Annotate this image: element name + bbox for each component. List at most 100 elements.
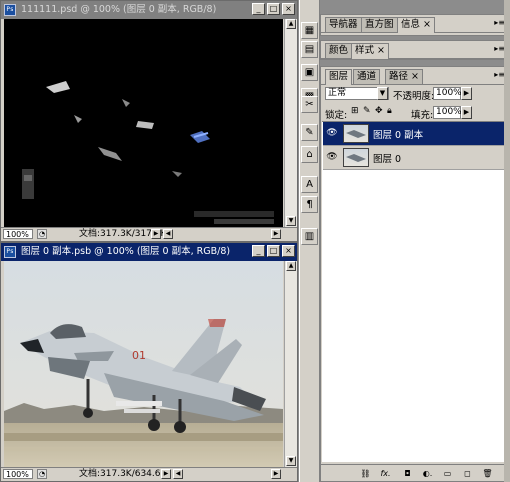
- layer-thumbnail: [343, 124, 369, 143]
- minimize-button[interactable]: _: [252, 3, 265, 15]
- dock-button-11[interactable]: ▥: [301, 228, 318, 245]
- lock-move-icon[interactable]: ✥: [375, 106, 383, 116]
- adjustment-layer-icon[interactable]: ◐.: [421, 468, 434, 479]
- tab-info[interactable]: 信息 ×: [397, 17, 436, 33]
- layer-row-copy[interactable]: 👁︎ 图层 0 副本: [323, 122, 507, 146]
- scroll-right-arrow[interactable]: ▶: [271, 229, 281, 239]
- document-window-bottom[interactable]: Ps 图层 0 副本.psb @ 100% (图层 0 副本, RGB/8) _…: [0, 242, 298, 482]
- tab-row: 图层 通道 路径 ×: [321, 67, 509, 85]
- dock-button-2[interactable]: ▤: [301, 41, 318, 58]
- dock-button-8[interactable]: ⌂: [301, 146, 318, 163]
- dock-button-10[interactable]: ¶: [301, 196, 318, 213]
- layer-thumbnail: [343, 148, 369, 167]
- lock-transparent-icon[interactable]: ⊞: [351, 106, 359, 116]
- document-status-bar: 100% ◔ 文档:317.3K/317.3K ▶ ◀ ▶: [1, 227, 297, 241]
- color-icon: ▣: [304, 67, 315, 78]
- jet-photo: 01: [4, 261, 283, 469]
- zoom-field[interactable]: 100%: [3, 469, 33, 479]
- tab-styles[interactable]: 样式 ×: [351, 43, 390, 59]
- status-menu-arrow[interactable]: ▶: [151, 229, 161, 239]
- close-button[interactable]: ×: [282, 3, 295, 15]
- fx-icon[interactable]: fx.: [379, 468, 392, 479]
- new-layer-icon[interactable]: ◻: [461, 468, 474, 479]
- histogram-icon: ▤: [304, 44, 315, 55]
- photoshop-doc-icon: Ps: [4, 246, 16, 258]
- tab-navigator[interactable]: 导航器: [325, 17, 362, 32]
- layer-name: 图层 0: [373, 154, 402, 165]
- scroll-up-arrow[interactable]: ▲: [286, 261, 296, 271]
- scroll-left-arrow[interactable]: ◀: [173, 469, 183, 479]
- panel-well-scrollbar[interactable]: [504, 0, 510, 482]
- opacity-label: 不透明度:: [393, 91, 435, 102]
- link-layers-icon[interactable]: ⛓: [359, 468, 372, 479]
- tool-presets-icon: ✂: [305, 99, 314, 110]
- maximize-button[interactable]: □: [267, 245, 280, 257]
- close-tab-icon[interactable]: ×: [377, 45, 385, 56]
- fill-input[interactable]: 100%: [433, 106, 462, 119]
- fill-label: 填充:: [411, 110, 434, 121]
- layer-list: 👁︎ 图层 0 副本 👁︎ 图层 0: [322, 121, 508, 462]
- new-group-icon[interactable]: ▭: [441, 468, 454, 479]
- brushes-icon: ✎: [305, 127, 314, 138]
- color-panel: 颜色 样式 × ▸≡: [320, 40, 510, 60]
- dock-button-9[interactable]: A: [301, 176, 318, 193]
- trash-icon[interactable]: 🗑: [481, 468, 494, 479]
- close-tab-icon[interactable]: ×: [411, 71, 419, 82]
- scroll-up-arrow[interactable]: ▲: [286, 19, 296, 29]
- clone-icon: ⌂: [306, 149, 313, 160]
- document-window-top[interactable]: Ps 111111.psd @ 100% (图层 0 副本, RGB/8) _ …: [0, 0, 298, 242]
- vertical-scrollbar[interactable]: ▲ ▼: [284, 19, 297, 229]
- tab-row: 导航器 直方图 信息 ×: [321, 15, 509, 33]
- document-title: 图层 0 副本.psb @ 100% (图层 0 副本, RGB/8): [21, 246, 231, 257]
- fill-slider-arrow[interactable]: ▶: [461, 106, 472, 119]
- lock-paint-icon[interactable]: ✎: [363, 106, 371, 116]
- dock-button-1[interactable]: ▦: [301, 22, 318, 39]
- tab-row: 颜色 样式 ×: [321, 41, 509, 59]
- photoshop-doc-icon: Ps: [4, 4, 16, 16]
- document-title: 111111.psd @ 100% (图层 0 副本, RGB/8): [21, 4, 217, 15]
- vertical-scrollbar[interactable]: ▲ ▼: [284, 261, 297, 469]
- scroll-left-arrow[interactable]: ◀: [163, 229, 173, 239]
- scroll-down-arrow[interactable]: ▼: [286, 456, 296, 466]
- tab-paths[interactable]: 路径 ×: [385, 69, 424, 84]
- scroll-down-arrow[interactable]: ▼: [286, 216, 296, 226]
- dock-button-6[interactable]: ✂: [301, 96, 318, 113]
- minimize-button[interactable]: _: [252, 245, 265, 257]
- document-size-text: 文档:317.3K/634.6K: [79, 469, 167, 479]
- layer-row-original[interactable]: 👁︎ 图层 0: [323, 146, 507, 170]
- window-controls: _ □ ×: [252, 3, 295, 15]
- layers-footer: ⛓ fx. ◘ ◐. ▭ ◻ 🗑: [321, 464, 509, 481]
- tab-channels[interactable]: 通道: [353, 69, 381, 84]
- document-canvas[interactable]: [4, 19, 283, 229]
- notes-icon: ▥: [304, 231, 315, 242]
- status-info-icon[interactable]: ◔: [37, 229, 47, 239]
- navigator-icon: ▦: [304, 25, 315, 36]
- lock-all-icon[interactable]: 🔒︎: [387, 106, 392, 116]
- tab-layers[interactable]: 图层: [325, 69, 353, 85]
- window-controls: _ □ ×: [252, 245, 295, 257]
- paragraph-icon: ¶: [306, 199, 313, 210]
- dock-button-7[interactable]: ✎: [301, 124, 318, 141]
- maximize-button[interactable]: □: [267, 3, 280, 15]
- opacity-input[interactable]: 100%: [433, 87, 462, 100]
- document-canvas[interactable]: 01: [4, 261, 283, 469]
- visibility-eye-icon[interactable]: 👁︎: [326, 127, 338, 139]
- character-icon: A: [306, 179, 313, 190]
- navigator-panel: 导航器 直方图 信息 × ▸≡: [320, 14, 510, 36]
- tab-histogram[interactable]: 直方图: [361, 17, 398, 32]
- opacity-slider-arrow[interactable]: ▶: [461, 87, 472, 100]
- dock-button-3[interactable]: ▣: [301, 64, 318, 81]
- status-menu-arrow[interactable]: ▶: [161, 469, 171, 479]
- canvas-image: [22, 81, 274, 224]
- close-tab-icon[interactable]: ×: [423, 19, 431, 30]
- blend-mode-dropdown-arrow[interactable]: ▼: [377, 87, 388, 100]
- zoom-field[interactable]: 100%: [3, 229, 33, 239]
- panel-icon-dock: ▦ ▤ ▣ ▩ ✂ ✎ ⌂ A ¶ ▥: [299, 0, 320, 482]
- aircraft-number: 01: [132, 349, 146, 362]
- visibility-eye-icon[interactable]: 👁︎: [326, 151, 338, 163]
- add-mask-icon[interactable]: ◘: [401, 468, 414, 479]
- scroll-right-arrow[interactable]: ▶: [271, 469, 281, 479]
- status-info-icon[interactable]: ◔: [37, 469, 47, 479]
- tab-color[interactable]: 颜色: [325, 43, 353, 58]
- close-button[interactable]: ×: [282, 245, 295, 257]
